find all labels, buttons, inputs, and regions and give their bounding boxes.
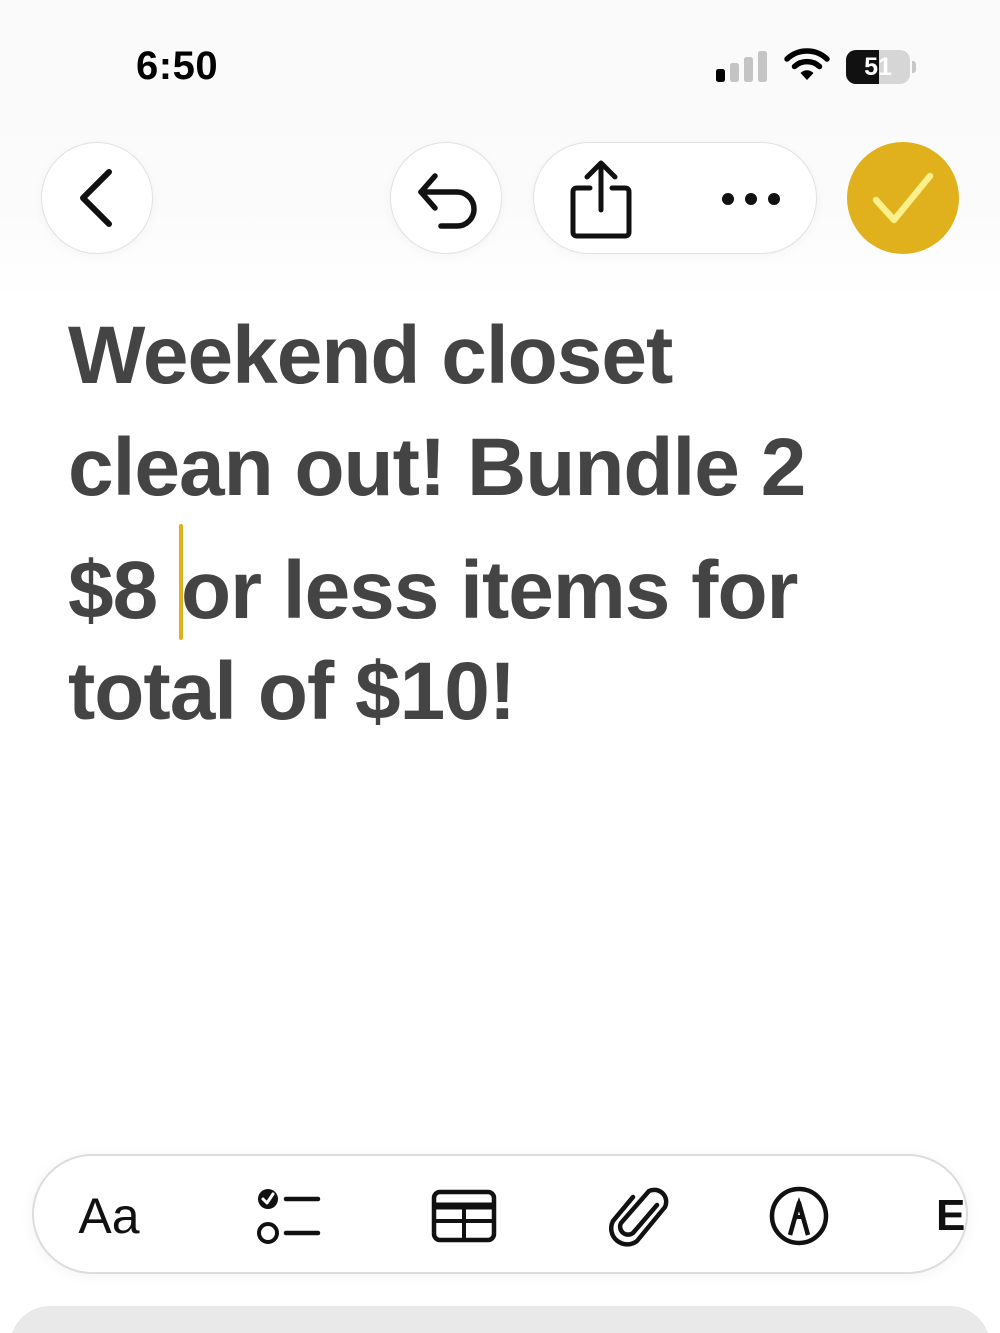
note-line: clean out! Bundle 2 (68, 422, 806, 513)
checkmark-icon (872, 172, 934, 224)
battery-icon: 51 (846, 50, 910, 84)
undo-button[interactable] (390, 142, 502, 254)
note-line-segment: or less items for (181, 545, 798, 636)
status-time: 6:50 (136, 44, 219, 88)
share-button[interactable] (534, 143, 668, 255)
pen-markup-icon (769, 1186, 829, 1246)
checklist-icon (257, 1189, 321, 1244)
table-icon (431, 1189, 497, 1243)
note-line-segment: $8 (68, 545, 179, 636)
checklist-button[interactable] (234, 1156, 344, 1272)
attachment-button[interactable] (584, 1156, 694, 1272)
partial-label: E (936, 1191, 966, 1240)
chevron-left-icon (80, 169, 112, 227)
paperclip-icon (609, 1187, 669, 1247)
share-icon (570, 160, 632, 239)
table-button[interactable] (409, 1156, 519, 1272)
text-style-label: Aa (78, 1188, 140, 1244)
text-style-button[interactable]: Aa (54, 1156, 164, 1272)
markup-button[interactable] (744, 1156, 854, 1272)
note-line: Weekend closet (68, 310, 673, 401)
keyboard-top-edge (10, 1306, 990, 1333)
share-more-group (533, 142, 817, 254)
note-line: $8 or less items for (68, 524, 948, 640)
undo-icon (418, 173, 477, 229)
battery-cap (912, 61, 916, 73)
format-more-item[interactable]: E (914, 1156, 966, 1272)
battery-percent: 51 (864, 53, 892, 81)
note-body[interactable]: Weekend closet clean out! Bundle 2 $8 or… (68, 300, 948, 748)
note-line: total of $10! (68, 646, 516, 737)
ellipsis-icon (722, 193, 780, 205)
more-button[interactable] (684, 143, 818, 255)
done-button[interactable] (847, 142, 959, 254)
back-button[interactable] (41, 142, 153, 254)
notes-editor-screen: 6:50 51 Weekend closet clean out! Bundle… (0, 0, 1000, 1333)
wifi-icon (784, 48, 830, 80)
cellular-signal-icon (716, 51, 768, 82)
format-toolbar: Aa E (32, 1154, 968, 1274)
